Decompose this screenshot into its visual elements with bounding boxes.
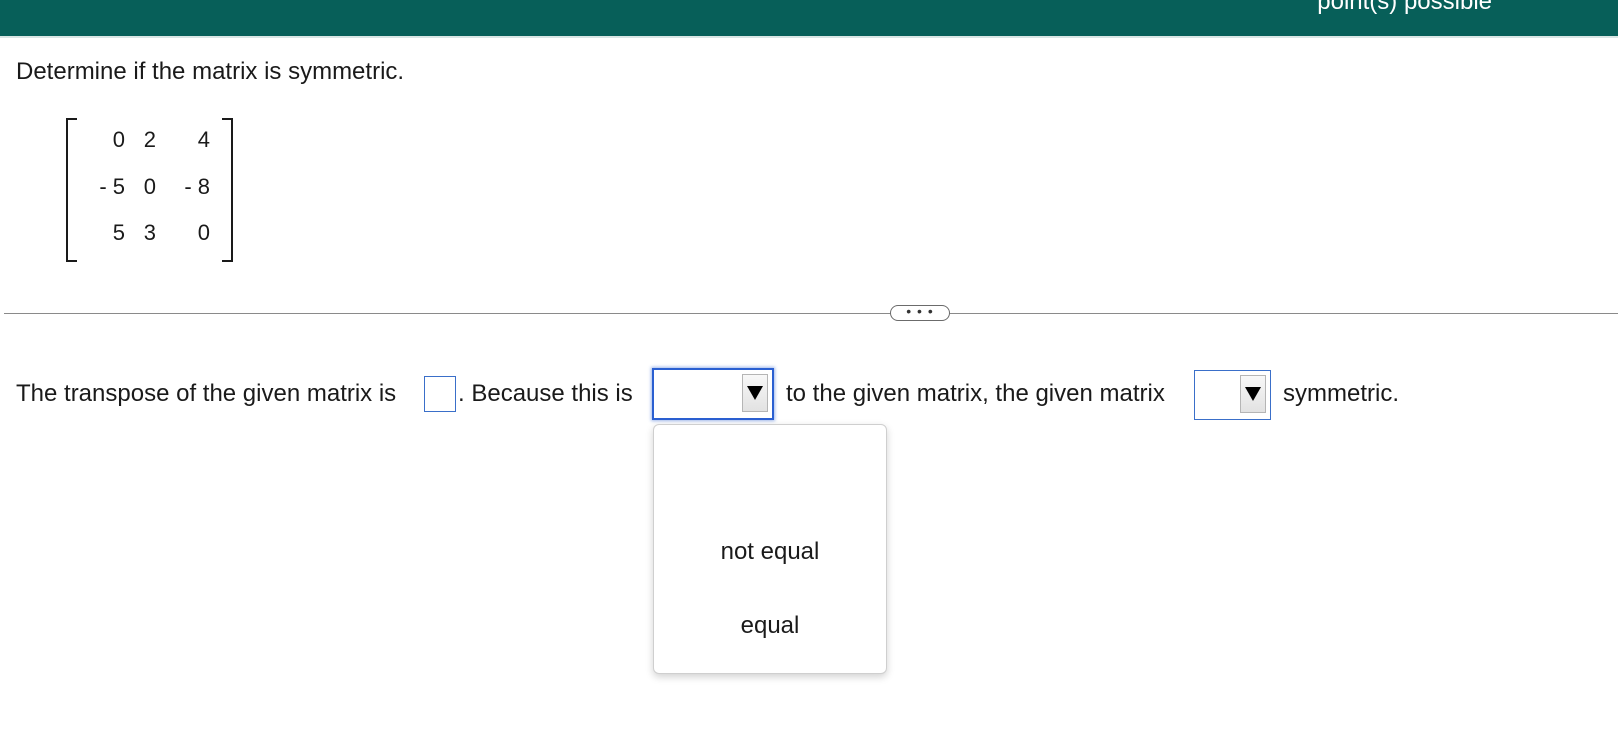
comparison-dropdown-menu: not equal equal: [653, 424, 887, 674]
matrix-cell-r1c3: 4: [197, 127, 210, 152]
points-possible-text: point(s) possible: [1317, 0, 1492, 15]
section-divider: [4, 313, 1618, 314]
dropdown-option-not-equal[interactable]: not equal: [654, 538, 886, 566]
matrix-cell-r1c2: 2: [143, 127, 156, 152]
dropdown-option-equal[interactable]: equal: [654, 612, 886, 640]
triangle-down-icon[interactable]: [742, 374, 768, 412]
matrix: 0 2 4 - 5 0 - 8 5 3 0: [66, 118, 233, 262]
answer-text-given-matrix: to the given matrix, the given matrix: [786, 380, 1165, 407]
matrix-cell-r3c2: 3: [143, 220, 156, 245]
question-prompt: Determine if the matrix is symmetric.: [16, 58, 405, 85]
symmetry-select[interactable]: [1194, 370, 1271, 420]
matrix-cell-r3c1: 5: [112, 220, 125, 245]
matrix-left-bracket: [66, 118, 77, 262]
matrix-cell-r1c1: 0: [112, 127, 125, 152]
matrix-cell-r2c3: - 8: [184, 174, 210, 199]
matrix-right-bracket: [222, 118, 233, 262]
comparison-select[interactable]: [652, 368, 774, 420]
answer-text-symmetric: symmetric.: [1283, 380, 1399, 407]
transpose-answer-box[interactable]: [424, 376, 456, 412]
matrix-cell-r3c3: 0: [197, 220, 210, 245]
matrix-cell-r2c2: 0: [143, 174, 156, 199]
matrix-cell-r2c1: - 5: [99, 174, 125, 199]
answer-text-because: . Because this is: [458, 380, 633, 407]
triangle-down-icon[interactable]: [1240, 375, 1266, 413]
header-bar: point(s) possible: [0, 0, 1618, 38]
expand-button[interactable]: • • •: [890, 304, 950, 321]
answer-text-transpose: The transpose of the given matrix is: [16, 380, 397, 407]
